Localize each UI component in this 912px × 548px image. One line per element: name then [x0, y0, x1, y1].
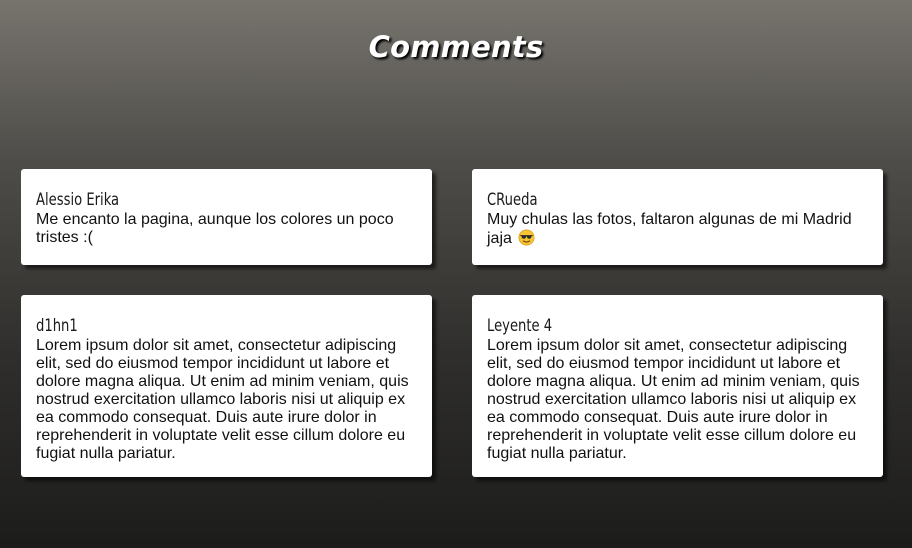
comment-text: Me encanto la pagina, aunque los colores…: [36, 211, 394, 246]
comment-card: Leyente 4 Lorem ipsum dolor sit amet, co…: [472, 295, 883, 477]
comment-card: d1hn1 Lorem ipsum dolor sit amet, consec…: [21, 295, 432, 477]
comment-card: Alessio Erika Me encanto la pagina, aunq…: [21, 169, 432, 265]
comment-text: Lorem ipsum dolor sit amet, consectetur …: [487, 337, 860, 462]
comment-author: Alessio Erika: [36, 190, 120, 210]
comment-card: CRueda Muy chulas las fotos, faltaron al…: [472, 169, 883, 265]
page-title: Comments: [368, 30, 544, 64]
comment-author: Leyente 4: [487, 316, 553, 336]
sunglasses-face-emoji-icon: [518, 229, 535, 246]
comment-body: Muy chulas las fotos, faltaron algunas d…: [487, 211, 868, 248]
comment-author: CRueda: [487, 190, 538, 210]
comment-text: Lorem ipsum dolor sit amet, consectetur …: [36, 337, 409, 462]
comment-text: Muy chulas las fotos, faltaron algunas d…: [487, 211, 852, 247]
comment-author: d1hn1: [36, 316, 78, 336]
